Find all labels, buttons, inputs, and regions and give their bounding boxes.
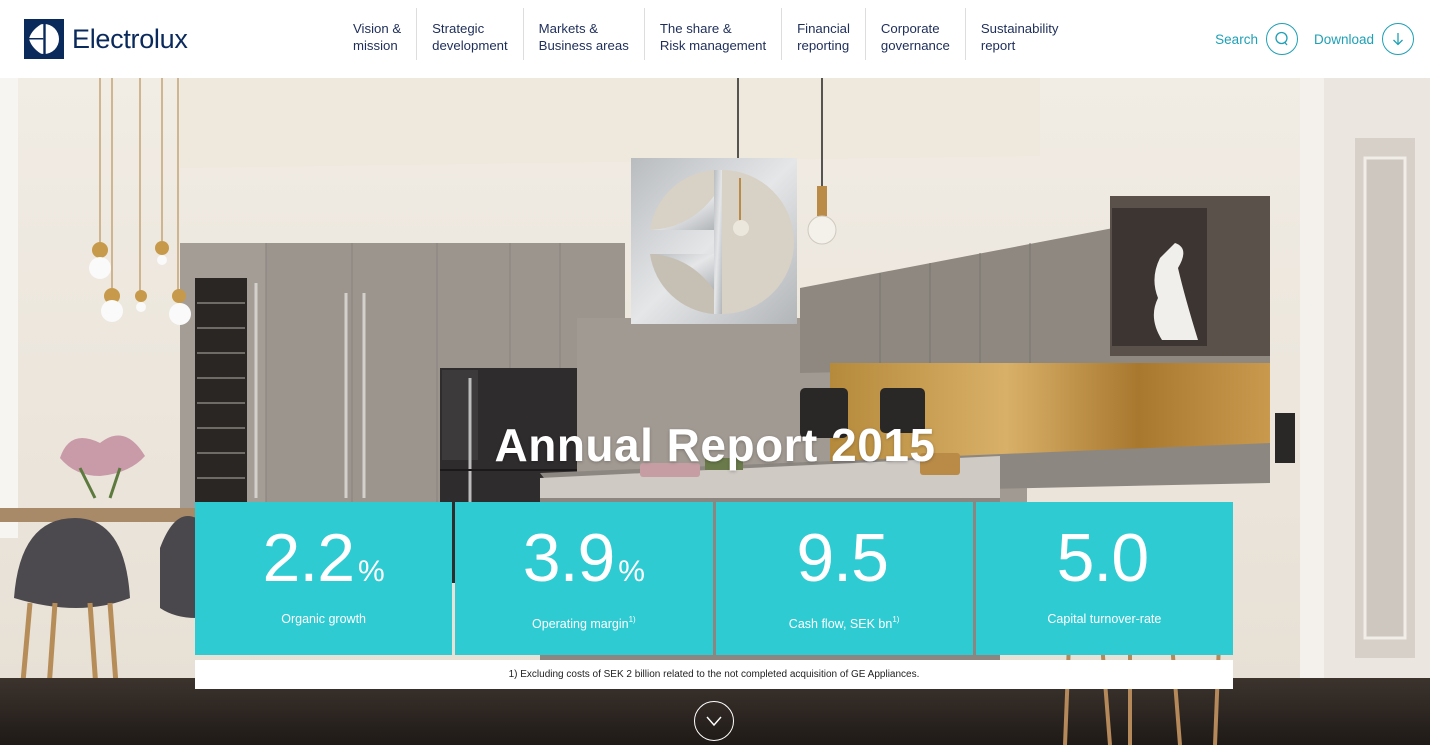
search-icon	[1265, 23, 1298, 55]
nav-item-corporate-governance[interactable]: Corporate governance	[864, 8, 965, 60]
kpi-label-wrap: Operating margin1)	[455, 615, 712, 631]
scroll-down-button[interactable]	[694, 701, 734, 741]
kpi-organic-growth[interactable]: 2.2% Organic growth	[195, 502, 453, 655]
nav-label-line1: Vision &	[353, 21, 402, 36]
nav-label-line1: Sustainability	[980, 21, 1059, 36]
nav-label-line2: Business areas	[538, 38, 629, 53]
kpi-label: Cash flow, SEK bn	[788, 617, 893, 631]
nav-item-strategic-development[interactable]: Strategic development	[416, 8, 523, 60]
site-header: Electrolux Vision & mission Strategic de…	[0, 0, 1430, 78]
nav-item-financial-reporting[interactable]: Financial reporting	[781, 8, 865, 60]
search-label: Search	[1215, 31, 1258, 47]
nav-label-line2: development	[432, 38, 508, 53]
nav-item-markets-business-areas[interactable]: Markets & Business areas	[522, 8, 644, 60]
kpi-label-wrap: Organic growth	[195, 610, 452, 626]
kpi-label: Capital turnover-rate	[1047, 612, 1162, 626]
kpi-unit: %	[358, 555, 385, 588]
nav-label-line2: mission	[353, 38, 398, 53]
kpi-value: 9.5	[796, 520, 889, 596]
nav-label-line2: Risk management	[659, 38, 767, 53]
nav-label-line2: governance	[880, 38, 950, 53]
search-button[interactable]: Search	[1215, 23, 1298, 55]
nav-label-line2: reporting	[797, 38, 850, 53]
download-button[interactable]: Download	[1314, 23, 1414, 55]
kpi-footnote: 1) Excluding costs of SEK 2 billion rela…	[195, 660, 1233, 689]
brand-name: Electrolux	[72, 23, 188, 54]
nav-item-sustainability-report[interactable]: Sustainability report	[964, 8, 1074, 60]
kpi-value-wrap: 2.2%	[195, 516, 452, 614]
kpi-value-wrap: 9.5	[716, 516, 973, 614]
kpi-footnote-ref: 1)	[628, 615, 636, 624]
arrow-down-icon	[1382, 23, 1414, 55]
kpi-capital-turnover-rate[interactable]: 5.0 Capital turnover-rate	[975, 502, 1233, 655]
hero-title: Annual Report 2015	[494, 419, 936, 471]
kpi-value: 2.2	[262, 520, 356, 596]
kpi-value: 5.0	[1056, 520, 1150, 596]
kpi-value: 3.9	[522, 520, 616, 596]
nav-item-share-risk-management[interactable]: The share & Risk management	[643, 8, 781, 60]
utility-links: Search Download	[1199, 23, 1414, 55]
kpi-label-wrap: Cash flow, SEK bn1)	[716, 615, 973, 631]
download-label: Download	[1313, 31, 1374, 47]
kpi-footnote-ref: 1)	[892, 615, 900, 624]
electrolux-logo-link[interactable]: Electrolux	[24, 19, 188, 59]
kpi-label: Operating margin	[532, 617, 629, 631]
chevron-down-icon	[706, 716, 722, 727]
kpi-value-wrap: 5.0	[976, 516, 1233, 614]
nav-label-line2: report	[980, 38, 1016, 53]
nav-label-line1: Markets &	[538, 21, 599, 36]
kpi-label: Organic growth	[281, 612, 366, 626]
kpi-label-wrap: Capital turnover-rate	[976, 610, 1233, 626]
nav-label-line1: The share &	[659, 21, 732, 36]
nav-label-line1: Corporate	[880, 21, 940, 36]
nav-label-line1: Strategic	[432, 21, 485, 36]
kpi-tiles: 2.2% Organic growth 3.9% Operating margi…	[195, 502, 1233, 655]
kpi-cash-flow[interactable]: 9.5 Cash flow, SEK bn1)	[715, 502, 973, 655]
main-nav: Vision & mission Strategic development M…	[338, 8, 1074, 60]
kpi-value-wrap: 3.9%	[455, 516, 712, 614]
nav-label-line1: Financial	[797, 21, 850, 36]
nav-item-vision-mission[interactable]: Vision & mission	[338, 8, 416, 60]
electrolux-logo-icon	[24, 19, 64, 59]
kpi-unit: %	[618, 555, 645, 588]
kpi-operating-margin[interactable]: 3.9% Operating margin1)	[455, 502, 713, 655]
hero-section: Annual Report 2015 2.2% Organic growth 3…	[0, 78, 1430, 745]
